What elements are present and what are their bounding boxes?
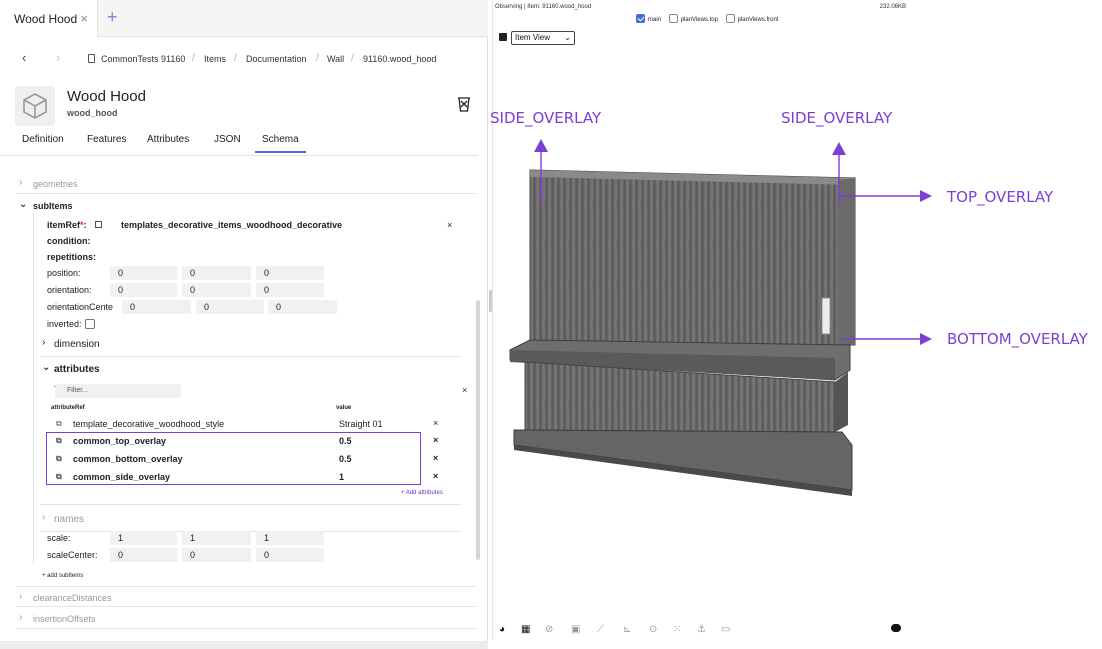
side-overlay-label-right: SIDE_OVERLAY: [781, 109, 893, 127]
wood-hood-model[interactable]: [509, 169, 856, 496]
side-overlay-label-left: SIDE_OVERLAY: [490, 109, 602, 127]
top-overlay-label: TOP_OVERLAY: [947, 188, 1054, 206]
bottom-overlay-label: BOTTOM_OVERLAY: [947, 330, 1088, 348]
viewer-scene: [509, 139, 932, 496]
